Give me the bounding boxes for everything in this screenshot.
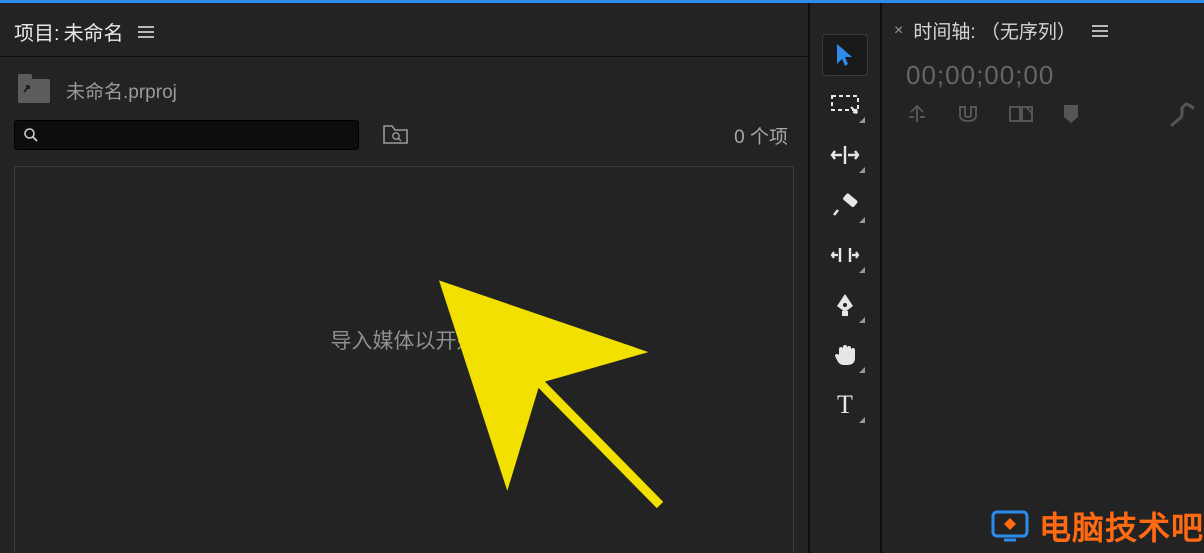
magnet-icon[interactable] bbox=[956, 104, 980, 124]
project-panel: 项目: 未命名 未命名.prproj 0 个项 bbox=[0, 3, 810, 553]
type-tool[interactable]: T bbox=[823, 385, 867, 425]
project-file-row[interactable]: 未命名.prproj bbox=[14, 57, 794, 118]
drop-hint-text: 导入媒体以开始 bbox=[331, 325, 478, 355]
panel-menu-icon[interactable] bbox=[1092, 25, 1108, 37]
razor-tool[interactable] bbox=[823, 185, 867, 225]
timeline-toolbar bbox=[882, 101, 1204, 127]
project-panel-tab[interactable]: 项目: 未命名 bbox=[0, 11, 808, 57]
ripple-edit-tool[interactable] bbox=[823, 135, 867, 175]
pen-tool[interactable] bbox=[823, 285, 867, 325]
tool-palette: T bbox=[810, 3, 882, 553]
marquee-tool[interactable] bbox=[823, 85, 867, 125]
project-search-input[interactable] bbox=[14, 120, 359, 150]
timeline-panel: × 时间轴: （无序列） 00;00;00;00 bbox=[882, 3, 1204, 553]
media-drop-zone[interactable]: 导入媒体以开始 bbox=[14, 166, 794, 553]
timeline-panel-tab[interactable]: × 时间轴: （无序列） bbox=[882, 11, 1204, 54]
search-bin-icon[interactable] bbox=[383, 125, 409, 145]
timeline-tab-label: 时间轴: （无序列） bbox=[913, 17, 1076, 44]
search-field[interactable] bbox=[45, 127, 350, 143]
linked-selection-icon[interactable] bbox=[1008, 104, 1034, 124]
timeline-timecode[interactable]: 00;00;00;00 bbox=[882, 54, 1204, 101]
project-item-count: 0 个项 bbox=[734, 122, 794, 149]
project-tab-name: 未命名 bbox=[64, 17, 124, 46]
selection-tool[interactable] bbox=[823, 35, 867, 75]
close-icon[interactable]: × bbox=[894, 22, 903, 40]
marker-icon[interactable] bbox=[1062, 103, 1080, 125]
panel-menu-icon[interactable] bbox=[138, 26, 154, 38]
folder-up-icon[interactable] bbox=[18, 79, 50, 103]
hand-tool[interactable] bbox=[823, 335, 867, 375]
settings-icon[interactable] bbox=[1168, 101, 1194, 127]
project-tab-prefix: 项目: bbox=[14, 17, 60, 46]
project-file-name: 未命名.prproj bbox=[66, 77, 177, 104]
search-icon bbox=[23, 127, 39, 143]
slip-tool[interactable] bbox=[823, 235, 867, 275]
snap-icon[interactable] bbox=[906, 103, 928, 125]
